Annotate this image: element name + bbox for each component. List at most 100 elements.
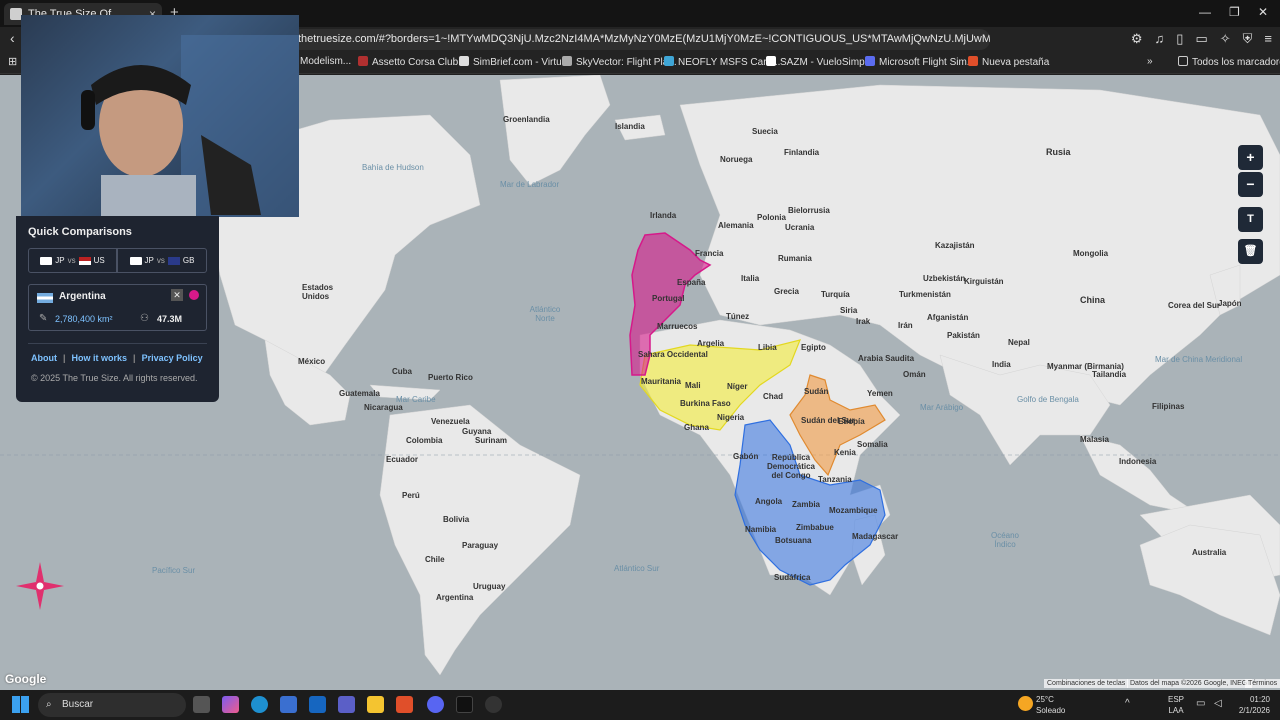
label-venezuela: Venezuela [431,417,470,426]
menu-icon[interactable]: ≡ [1264,31,1272,47]
label-irlanda: Irlanda [650,211,677,220]
label-mozambique: Mozambique [829,506,878,515]
sidebar-icon[interactable]: ▯ [1176,31,1183,47]
bookmark-1[interactable]: Modelism... [300,56,351,67]
bookmark-5[interactable]: NEOFLY MSFS Care... [664,56,780,68]
delete-icon[interactable]: 🗑 [1238,239,1263,264]
label-guyana: Guyana [462,427,492,436]
comparison-jp-gb-button[interactable]: JP vs GB [117,248,207,273]
label-china: China [1080,295,1106,305]
label-paraguay: Paraguay [462,541,499,550]
vpn-icon[interactable]: ⛨ [1243,31,1253,47]
country-color-swatch[interactable] [189,290,199,300]
weather-sun-icon [1018,696,1033,711]
label-chad: Chad [763,392,783,401]
file-explorer-icon[interactable] [367,696,384,713]
zoom-out-button[interactable]: − [1238,172,1263,197]
label-sahara: Sahara Occidental [638,350,708,359]
leo-icon[interactable]: ✧ [1220,31,1231,47]
label-italia: Italia [741,274,760,283]
label-pacifico-sur: Pacífico Sur [152,566,196,575]
population-icon: ⚇ [140,313,149,324]
comparison-panel: Quick Comparisons JP vs US JP vs GB Arge… [16,216,219,402]
copilot-icon[interactable] [222,696,239,713]
obs-icon[interactable] [485,696,502,713]
bookmark-icon [358,56,368,66]
label-rumania: Rumania [778,254,812,263]
task-view-icon[interactable] [193,696,210,713]
toggle-labels-button[interactable]: T [1238,207,1263,232]
label-peru: Perú [402,491,420,500]
apps-icon[interactable]: ⊞ [8,55,17,68]
country-card[interactable]: Argentina ✕ ✎ 2,780,400 km² ⚇ 47.3M [28,284,207,331]
bookmark-4[interactable]: SkyVector: Flight Pla... [562,56,677,68]
bookmark-icon [664,56,674,66]
outlook-icon[interactable] [309,696,326,713]
bookmark-3[interactable]: SimBrief.com - Virtu... [459,56,570,68]
all-bookmarks[interactable]: Todos los marcadores [1178,56,1280,68]
label-mauritania: Mauritania [641,377,682,386]
bookmark-8[interactable]: Nueva pestaña [968,56,1049,68]
label-ghana: Ghana [684,423,709,432]
zoom-in-button[interactable]: + [1238,145,1263,170]
copyright: © 2025 The True Size. All rights reserve… [31,373,198,383]
clock[interactable]: 01:20 2/1/2026 [1232,694,1270,716]
label-rdc: República Democrática del Congo [766,453,816,480]
volume-icon[interactable]: ◁ [1214,698,1222,709]
network-icon[interactable]: ▭ [1196,698,1205,709]
discord-icon[interactable] [427,696,444,713]
comp-a: JP [55,256,65,265]
remove-country-icon[interactable]: ✕ [171,289,183,301]
label-burkina: Burkina Faso [680,399,731,408]
link-separator: | [63,353,66,363]
taskbar-search[interactable]: ⌕ Buscar [38,693,186,717]
extensions-icon[interactable]: ⚙ [1131,31,1143,47]
lang-primary: ESP [1168,695,1185,704]
minimize-icon[interactable]: — [1199,5,1211,19]
label-bielorrusia: Bielorrusia [788,206,830,215]
bookmark-icon [766,56,776,66]
edge-icon[interactable] [251,696,268,713]
store-icon[interactable] [280,696,297,713]
media-icon[interactable]: ♫ [1155,31,1165,47]
windows-start-icon[interactable] [12,696,29,713]
about-link[interactable]: About [31,353,57,363]
brave-icon[interactable] [396,696,413,713]
privacy-policy-link[interactable]: Privacy Policy [142,353,203,363]
label-libia: Libia [758,343,777,352]
map-footer-terms[interactable]: Términos [1245,679,1280,688]
language-indicator[interactable]: ESP LAA [1168,694,1184,716]
bookmark-6[interactable]: SAZM - VueloSimple [766,56,872,68]
maximize-icon[interactable]: ❐ [1229,5,1240,19]
address-bar[interactable]: thetruesize.com/#?borders=1~!MTYwMDQ3NjU… [290,29,990,50]
compass-rose-icon [16,562,64,610]
comp-a: JP [144,256,154,265]
label-portugal: Portugal [652,294,685,303]
label-india: India [992,360,1011,369]
back-icon[interactable]: ‹ [10,30,15,46]
label-francia: Francia [695,249,724,258]
bookmark-7[interactable]: Microsoft Flight Sim... [865,56,975,68]
label-cuba: Cuba [392,367,412,376]
map-footer-shortcuts[interactable]: Combinaciones de teclas [1044,679,1129,688]
label-guatemala: Guatemala [339,389,380,398]
tray-chevron-icon[interactable]: ^ [1125,698,1130,709]
weather-widget[interactable]: 25°C Soleado [1036,694,1065,716]
close-window-icon[interactable]: ✕ [1258,5,1268,19]
more-bookmarks-icon[interactable]: » [1147,56,1153,67]
label-mar-caribe: Mar Caribe [396,395,436,404]
wallet-icon[interactable]: ▭ [1195,31,1207,47]
lang-secondary: LAA [1168,706,1184,715]
how-it-works-link[interactable]: How it works [72,353,128,363]
label-argentina: Argentina [436,593,474,602]
teams-icon[interactable] [338,696,355,713]
capcut-icon[interactable] [456,696,473,713]
label-ecuador: Ecuador [386,455,419,464]
label-sudafrica: Sudáfrica [774,573,811,582]
bookmark-2[interactable]: Assetto Corsa Club... [358,56,466,68]
label-bahia-hudson: Bahía de Hudson [362,163,424,172]
label-japon: Japón [1218,299,1242,308]
country-population: 47.3M [157,314,183,324]
comparison-jp-us-button[interactable]: JP vs US [28,248,117,273]
label-suecia: Suecia [752,127,778,136]
